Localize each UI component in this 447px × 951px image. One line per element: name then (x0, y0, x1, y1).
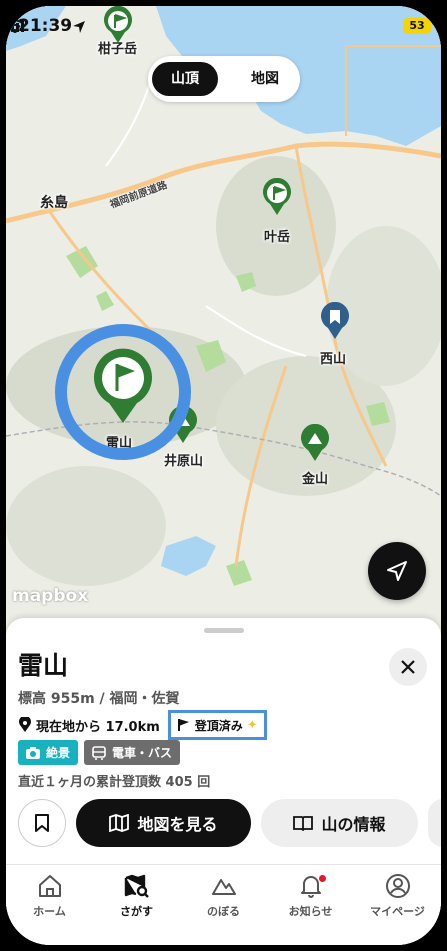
tab-bar: ホーム さがす のぼる お知らせ マイページ (6, 864, 441, 945)
mapbox-attribution: mapbox (12, 586, 89, 606)
map-label-kanodake: 叶岳 (264, 230, 291, 245)
location-arrow-icon (73, 21, 85, 33)
user-icon (385, 874, 410, 898)
mountain-name: 雷山 (18, 651, 69, 680)
current-location-button[interactable] (368, 542, 426, 600)
tab-search[interactable]: さがす (93, 873, 180, 919)
action-buttons: 地図を見る 山の情報 (18, 799, 441, 847)
tag-scenery: 絶景 (18, 740, 79, 765)
status-bar: 21:39 53 (6, 6, 441, 46)
tab-notifications[interactable]: お知らせ (267, 873, 354, 919)
status-time: 21:39 (18, 16, 73, 36)
location-pin-icon (19, 717, 31, 732)
map-mode-toggle[interactable]: 山頂 地図 (148, 56, 300, 102)
map-label-itoshima: 糸島 (40, 195, 68, 211)
climbed-badge: 登頂済み ✦ (167, 710, 267, 740)
bookmark-button[interactable] (18, 799, 66, 847)
more-button[interactable] (428, 799, 441, 847)
toggle-summit[interactable]: 山頂 (152, 62, 218, 96)
notification-dot (319, 875, 326, 882)
tab-home[interactable]: ホーム (6, 873, 93, 919)
map-label-nishiyama: 西山 (320, 352, 347, 367)
toggle-map[interactable]: 地図 (232, 62, 298, 96)
climbed-text: 登頂済み (194, 718, 243, 733)
mountain-info-button[interactable]: 山の情報 (261, 799, 418, 847)
selected-summit-pin-raizan[interactable] (52, 321, 194, 463)
flag-icon (177, 719, 189, 731)
tag-train-bus: 電車・バス (84, 740, 181, 765)
feature-tags: 絶景 電車・バス (18, 740, 181, 765)
mountain-meta: 標高 955m / 福岡・佐賀 (18, 691, 180, 707)
summit-pin-kanodake[interactable] (262, 178, 292, 216)
climb-count: 直近１ヶ月の累計登頂数 405 回 (18, 775, 211, 790)
sheet-grabber[interactable] (204, 628, 244, 633)
map-label-kanayama: 金山 (302, 472, 329, 487)
wifi-icon (6, 19, 24, 33)
summit-pin-kanayama[interactable] (300, 424, 330, 462)
distance-text: 現在地から 17.0km (36, 719, 160, 735)
search-map-icon (124, 874, 149, 898)
close-button[interactable] (389, 648, 427, 686)
mountain-icon (211, 879, 236, 895)
sparkle-icon: ✦ (246, 717, 258, 733)
close-icon (401, 660, 415, 674)
bus-icon (92, 745, 106, 760)
tab-climb[interactable]: のぼる (180, 873, 267, 919)
distance-info: 現在地から 17.0km (18, 716, 160, 735)
tab-mypage[interactable]: マイページ (354, 873, 441, 919)
battery-indicator: 53 (403, 18, 431, 34)
book-icon (293, 816, 314, 831)
navigation-arrow-icon (387, 561, 407, 581)
bookmark-icon (35, 814, 49, 832)
view-map-button[interactable]: 地図を見る (76, 799, 251, 847)
bookmark-pin-nishiyama[interactable] (320, 302, 350, 340)
map-icon (109, 814, 130, 832)
camera-icon (26, 746, 40, 759)
map-view[interactable]: 柑子岳 糸島 叶岳 西山 雷山 井原山 金山 福岡前原道路 21:39 53 山… (6, 6, 441, 636)
home-icon (38, 875, 61, 897)
mountain-status-row: 現在地から 17.0km 登頂済み ✦ (18, 710, 267, 740)
phone-screen: 柑子岳 糸島 叶岳 西山 雷山 井原山 金山 福岡前原道路 21:39 53 山… (6, 6, 441, 945)
mountain-detail-sheet: 雷山 標高 955m / 福岡・佐賀 現在地から 17.0km 登頂済み ✦ 絶… (6, 618, 441, 945)
